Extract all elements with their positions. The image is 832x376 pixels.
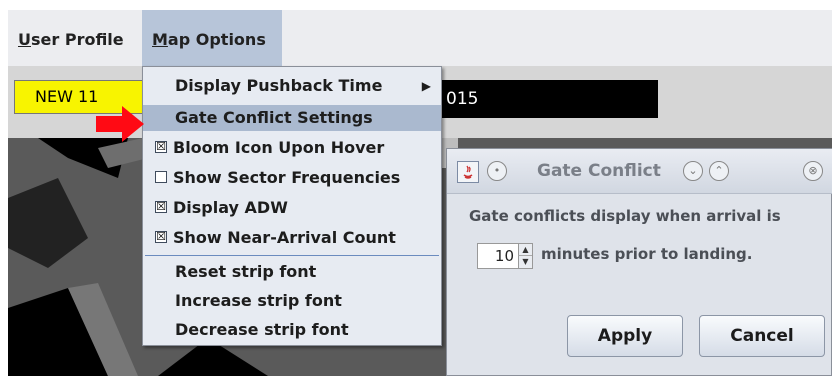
dialog-message: Gate conflicts display when arrival is [469, 207, 781, 225]
gate-conflict-dialog: • Gate Conflict ⌄ ⌃ ⊗ Gate conflicts dis… [446, 148, 832, 376]
menu-item-gate-conflict-settings[interactable]: Gate Conflict Settings [143, 105, 441, 131]
menu-map-options-label: ap Options [167, 30, 266, 49]
maximize-icon[interactable]: ⌃ [709, 161, 729, 181]
dialog-title: Gate Conflict [537, 161, 661, 181]
apply-button[interactable]: Apply [567, 315, 683, 357]
menu-user-profile-label: ser Profile [31, 30, 124, 49]
checkbox-checked-icon[interactable]: ☒ [155, 201, 167, 213]
minutes-suffix-label: minutes prior to landing. [541, 245, 753, 263]
menu-item-display-pushback-time[interactable]: Display Pushback Time ▶ [143, 73, 441, 99]
menu-bar: User Profile Map Options [8, 10, 832, 66]
map-options-menu: Display Pushback Time ▶ Gate Conflict Se… [142, 66, 442, 346]
checkbox-unchecked-icon[interactable] [155, 171, 167, 183]
menu-item-label: Display Pushback Time [175, 76, 383, 95]
menu-user-profile[interactable]: User Profile [8, 10, 142, 66]
checkbox-checked-icon[interactable]: ☒ [155, 141, 167, 153]
menu-item-show-sector-frequencies[interactable]: Show Sector Frequencies [143, 165, 441, 191]
cancel-button[interactable]: Cancel [699, 315, 825, 357]
menu-item-decrease-strip-font[interactable]: Decrease strip font [143, 317, 441, 343]
menu-item-display-adw[interactable]: ☒ Display ADW [143, 195, 441, 221]
checkbox-checked-icon[interactable]: ☒ [155, 231, 167, 243]
stepper-down-icon[interactable]: ▼ [518, 256, 532, 268]
menu-item-label: Show Near-Arrival Count [173, 228, 396, 247]
minimize-icon[interactable]: ⌄ [683, 161, 703, 181]
menu-item-label: Display ADW [173, 198, 288, 217]
menu-item-label: Gate Conflict Settings [175, 108, 373, 127]
menu-item-bloom-icon-upon-hover[interactable]: ☒ Bloom Icon Upon Hover [143, 135, 441, 161]
menu-item-label: Show Sector Frequencies [173, 168, 401, 187]
menu-user-profile-mnemonic: U [18, 30, 31, 49]
red-pointer-arrow-icon [96, 106, 144, 142]
menu-separator [145, 255, 439, 256]
close-icon[interactable]: ⊗ [803, 161, 823, 181]
window-menu-icon[interactable]: • [487, 161, 507, 181]
submenu-arrow-icon: ▶ [421, 79, 431, 93]
strip-text-field[interactable]: 015 [440, 80, 658, 118]
menu-map-options-mnemonic: M [152, 30, 168, 49]
menu-map-options[interactable]: Map Options [142, 10, 282, 66]
menu-item-show-near-arrival-count[interactable]: ☒ Show Near-Arrival Count [143, 225, 441, 251]
dialog-titlebar[interactable]: • Gate Conflict ⌄ ⌃ ⊗ [447, 149, 832, 194]
menu-item-label: Increase strip font [175, 291, 342, 310]
minutes-value[interactable]: 10 [495, 244, 514, 268]
menu-item-label: Reset strip font [175, 262, 317, 281]
menu-item-label: Decrease strip font [175, 320, 349, 339]
menu-item-reset-strip-font[interactable]: Reset strip font [143, 259, 441, 285]
minutes-stepper[interactable]: 10 ▲ ▼ [477, 243, 533, 269]
menu-item-increase-strip-font[interactable]: Increase strip font [143, 288, 441, 314]
stepper-up-icon[interactable]: ▲ [518, 244, 532, 256]
menu-item-label: Bloom Icon Upon Hover [173, 138, 385, 157]
java-app-icon [457, 161, 479, 183]
